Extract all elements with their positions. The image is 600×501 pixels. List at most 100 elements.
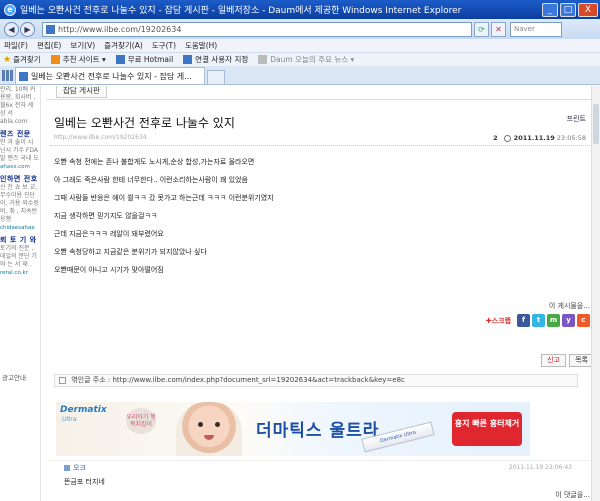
comment-author-name: 오크	[73, 464, 86, 472]
sidebar-ad[interactable]: 란리, 10배 커 용량, 회사버 , 월6x 전자 세 상 서 abla.co…	[0, 86, 40, 126]
address-toolbar: ◀ ▶ http://www.ilbe.com/19202634 ⟳ ✕ Nav…	[0, 19, 600, 39]
banner-logo-sub: Ultra	[62, 416, 77, 423]
page-icon	[19, 71, 28, 81]
quick-tabs-icon[interactable]	[2, 70, 13, 81]
forward-button[interactable]: ▶	[20, 21, 35, 37]
fav-item-suggested-sites[interactable]: 추천 사이트 ▾	[50, 54, 106, 65]
report-button[interactable]: 신고	[541, 354, 566, 367]
sidebar-ad[interactable]: 렌즈 전문 안 과 술이 시 닌시 기수 FDA 발 렌즈 국내 도 ahaxs…	[0, 130, 40, 171]
trackback-box: 엮인글 주소 : http://www.ilbe.com/index.php?d…	[54, 374, 578, 387]
sidebar-ad-title: 뢰 토 기 와	[0, 236, 37, 244]
post-line: 아 그래도 죽은사람 한테 너무한다.. 이런소리하는사람이 꽤 있었음	[54, 176, 248, 184]
post-line: 근데 지금은ㅋㅋㅋ 레알이 돼부렸어요	[54, 230, 164, 238]
scrap-button[interactable]: ✚ 스크랩	[486, 316, 511, 326]
divider	[50, 460, 590, 461]
sidebar-ad-url: ahaxs.com	[0, 164, 30, 170]
fav-item-customize-links[interactable]: 연결 사용자 지정	[183, 54, 248, 65]
tab-label: 일베는 오뽠사건 전후로 나눌수 있지 - 잡담 게...	[31, 71, 192, 81]
address-input[interactable]: http://www.ilbe.com/19202634	[42, 21, 472, 37]
window-title: 일베는 오뽠사건 전후로 나눌수 있지 - 잡담 게시판 - 일베저장소 - D…	[20, 6, 462, 16]
comment-more-link[interactable]: 이 댓글을...	[555, 490, 590, 500]
vertical-scrollbar[interactable]	[591, 86, 600, 501]
baby-eye	[198, 422, 203, 427]
ad-info-link[interactable]: 광고안내	[2, 374, 26, 382]
minimize-button[interactable]: _	[542, 2, 558, 17]
post-line	[54, 185, 574, 194]
post-line	[54, 257, 574, 266]
divider	[46, 99, 600, 100]
twitter-icon[interactable]: t	[532, 314, 545, 327]
post-date: 2011.11.19	[513, 134, 555, 142]
stop-icon[interactable]: ✕	[491, 21, 506, 37]
trackback-icon	[59, 376, 66, 384]
tab-current[interactable]: 일베는 오뽠사건 전후로 나눌수 있지 - 잡담 게...	[15, 67, 205, 84]
facebook-icon[interactable]: f	[517, 314, 530, 327]
banner-ad[interactable]: Dermatix Ultra 우리아기 행복지킴이 더마틱스 울트라 Derma…	[56, 402, 530, 456]
page-icon	[183, 55, 193, 64]
sidebar-ad[interactable]: 인하면 전호 신 잔 쇼 보 교, 무수이용 진단이, 거용 와수장비, 취 ,…	[0, 175, 40, 232]
back-button[interactable]: ◀	[4, 21, 19, 37]
me2day-icon[interactable]: m	[547, 314, 560, 327]
post-area: 잡담 게시판 일베는 오뽠사건 전후로 나눌수 있지 프린트 http://ww…	[46, 86, 600, 501]
banner-headline: 더마틱스 울트라	[256, 421, 380, 441]
feed-icon	[258, 55, 268, 64]
menu-edit[interactable]: 편집(E)	[37, 40, 61, 51]
search-input[interactable]: Naver	[510, 21, 562, 37]
trackback-url[interactable]: 엮인글 주소 : http://www.ilbe.com/index.php?d…	[71, 376, 405, 384]
fav-item-label: Daum 오늘의 주요 뉴스 ▾	[270, 55, 355, 64]
post-meta: 2 2011.11.19 23:05:58	[493, 134, 586, 142]
favorites-bar: ★ 즐겨찾기 추천 사이트 ▾ 무료 Hotmail 연결 사용자 지정 Dau…	[0, 52, 600, 66]
user-icon	[64, 465, 70, 471]
menu-view[interactable]: 보기(V)	[70, 40, 95, 51]
banner-cta-button[interactable]: 흉지 빠른 흉터제거	[452, 412, 522, 446]
scrollbar-thumb[interactable]	[593, 104, 599, 144]
page-icon	[46, 24, 55, 34]
address-url: http://www.ilbe.com/19202634	[58, 24, 182, 34]
fav-item-hotmail[interactable]: 무료 Hotmail	[115, 54, 174, 65]
page-icon	[115, 55, 125, 64]
maximize-button[interactable]: □	[560, 2, 576, 17]
close-button[interactable]: X	[578, 2, 598, 17]
fav-item-label: 연결 사용자 지정	[195, 55, 249, 64]
scrap-label: 스크랩	[491, 316, 511, 325]
post-line	[54, 167, 574, 176]
post-line: 그때 사람들 반응은 에이 씔ㅋㅋ 갔 못가고 하는근데 ㅋㅋㅋ 이런분위기였지	[54, 194, 274, 202]
suggested-sites-icon	[50, 55, 60, 64]
ie-logo-icon: e	[4, 3, 16, 16]
menu-tools[interactable]: 도구(T)	[152, 40, 176, 51]
favorites-button[interactable]: ★ 즐겨찾기	[3, 54, 41, 65]
sidebar-ad-text: 신 잔 쇼 보 교, 무수이용 진단이, 거용 와수장비, 취 , 지속반응행	[0, 184, 39, 223]
menu-file[interactable]: 파일(F)	[4, 40, 28, 51]
more-posts-link[interactable]: 이 게시물을...	[549, 301, 590, 311]
menu-favorites[interactable]: 즐겨찾기(A)	[104, 40, 143, 51]
post-line: 지금 생각하면 믿기지도 않을걸ㅋㅋ	[54, 212, 158, 220]
cyworld-icon[interactable]: c	[577, 314, 590, 327]
sidebar-ad[interactable]: 뢰 토 기 와 토기의 진문 , 데일의 분단 기와 는 서 재 . reral…	[0, 236, 40, 277]
yozm-icon[interactable]: y	[562, 314, 575, 327]
post-url[interactable]: http://www.ilbe.com/19202634	[54, 134, 147, 141]
post-line: 오뽠때문이 아니고 시기가 맞아떨어짐	[54, 266, 164, 274]
sidebar-ad-url: chidaesahae	[0, 225, 35, 231]
fav-item-label: 무료 Hotmail	[127, 55, 174, 64]
clock-icon	[503, 134, 511, 142]
baby-mouth	[204, 435, 214, 440]
baby-image	[176, 402, 242, 456]
menu-bar: 파일(F) 편집(E) 보기(V) 즐겨찾기(A) 도구(T) 도움말(H)	[0, 39, 600, 52]
window-titlebar: e 일베는 오뽠사건 전후로 나눌수 있지 - 잡담 게시판 - 일베저장소 -…	[0, 0, 600, 19]
sidebar-ad-title: 인하면 전호	[0, 175, 38, 183]
fav-item-label: 추천 사이트 ▾	[62, 55, 106, 64]
sidebar-ad-title: 렌즈 전문	[0, 130, 31, 138]
fav-item-daum-news[interactable]: Daum 오늘의 주요 뉴스 ▾	[258, 54, 354, 65]
comment-date: 2011.11.19 23:06:43	[508, 464, 572, 471]
baby-eye	[215, 422, 220, 427]
board-name[interactable]: 잡담 게시판	[56, 86, 107, 98]
sidebar-ad-text: 토기의 진문 , 데일의 분단 기와 는 서 재 .	[0, 245, 37, 268]
print-link[interactable]: 프린트	[567, 114, 586, 124]
sidebar-ad-url: reral.co.kr	[0, 270, 28, 276]
comment-author[interactable]: 오크	[64, 463, 86, 473]
banner-cloud: 우리아기 행복지킴이	[126, 408, 156, 434]
refresh-icon[interactable]: ⟳	[474, 21, 489, 37]
new-tab-button[interactable]	[207, 70, 225, 84]
sidebar-ad-text: 란리, 10배 커 용량, 회사버 , 월6x 전자 세 상 서 abla.co…	[0, 86, 36, 125]
menu-help[interactable]: 도움말(H)	[185, 40, 217, 51]
